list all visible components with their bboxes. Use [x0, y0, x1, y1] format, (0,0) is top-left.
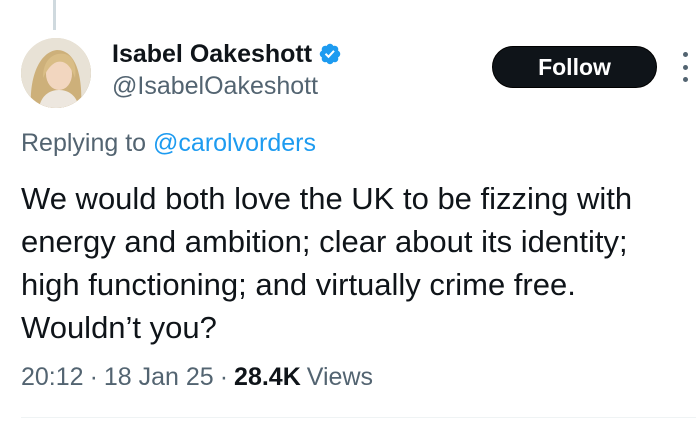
display-name-row: Isabel Oakeshott [112, 38, 342, 70]
more-options-icon[interactable] [678, 52, 692, 82]
tweet-text: We would both love the UK to be fizzing … [21, 181, 633, 345]
dot [682, 64, 688, 70]
tweet-time-link[interactable]: 20:12 [21, 363, 84, 392]
dot [682, 77, 688, 82]
thread-connector-line [53, 0, 56, 30]
replying-to-line: Replying to @carolvorders [21, 129, 316, 158]
author-block: Isabel Oakeshott @IsabelOakeshott [112, 38, 342, 101]
divider [21, 417, 696, 418]
reply-to-handle-link[interactable]: @carolvorders [153, 129, 316, 157]
profile-photo-icon [21, 38, 91, 108]
views-count[interactable]: 28.4K [234, 363, 301, 392]
author-handle[interactable]: @IsabelOakeshott [112, 72, 342, 101]
display-name[interactable]: Isabel Oakeshott [112, 40, 312, 69]
tweet-meta: 20:12 · 18 Jan 25 · 28.4K Views [21, 363, 373, 392]
avatar[interactable] [21, 38, 91, 108]
meta-separator: · [219, 363, 229, 391]
dot [682, 52, 688, 57]
views-label: Views [306, 363, 374, 391]
replying-prefix: Replying to [21, 129, 154, 157]
follow-button[interactable]: Follow [492, 46, 657, 88]
verified-badge-icon[interactable] [318, 42, 342, 66]
meta-separator: · [89, 363, 98, 391]
tweet-date-link[interactable]: 18 Jan 25 [104, 363, 214, 392]
